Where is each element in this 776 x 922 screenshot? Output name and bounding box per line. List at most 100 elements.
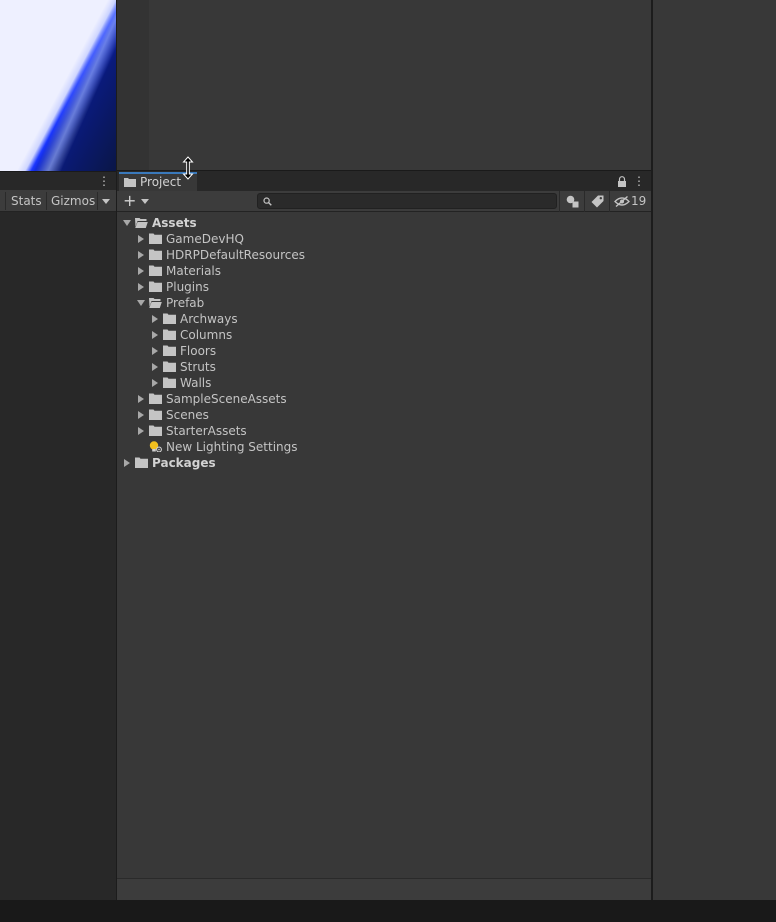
- upper-panel-gutter: [117, 0, 149, 170]
- tag-icon: [591, 195, 604, 208]
- tree-row[interactable]: Prefab: [117, 295, 651, 311]
- tree-row-label: New Lighting Settings: [166, 440, 298, 454]
- project-tab-bar: Project ⋮: [117, 170, 651, 192]
- tree-row-label: Scenes: [166, 408, 209, 422]
- scene-view[interactable]: [0, 0, 116, 171]
- tree-row-label: GameDevHQ: [166, 232, 244, 246]
- game-view-menu-icon[interactable]: ⋮: [98, 175, 110, 188]
- collapse-arrow-icon[interactable]: [138, 411, 144, 419]
- folder-icon: [163, 313, 176, 324]
- tree-row-label: Packages: [152, 456, 216, 470]
- collapse-arrow-icon[interactable]: [138, 283, 144, 291]
- collapse-arrow-icon[interactable]: [138, 251, 144, 259]
- stats-button[interactable]: Stats: [8, 192, 45, 210]
- project-asset-tree: Assets GameDevHQ HDRPDefaultResources Mater…: [117, 212, 651, 878]
- filter-by-label-button[interactable]: [584, 191, 609, 212]
- tree-row[interactable]: Floors: [117, 343, 651, 359]
- plus-icon: +: [123, 191, 137, 210]
- lighting-settings-icon: [149, 441, 162, 452]
- collapse-arrow-icon[interactable]: [152, 331, 158, 339]
- tree-row-label: Columns: [180, 328, 233, 342]
- game-view-tab-bar: ⋮: [0, 171, 116, 190]
- folder-icon: [163, 361, 176, 372]
- folder-icon: [149, 393, 162, 404]
- collapse-arrow-icon[interactable]: [152, 379, 158, 387]
- tree-row-label: Materials: [166, 264, 222, 278]
- tree-row-label: Plugins: [166, 280, 209, 294]
- tree-row[interactable]: New Lighting Settings: [117, 439, 651, 455]
- project-window: Project ⋮ + 19 Assets GameDevHQ HDRPDefa…: [117, 170, 651, 900]
- tree-row[interactable]: SampleSceneAssets: [117, 391, 651, 407]
- folder-icon: [124, 178, 136, 187]
- shapes-icon: [566, 195, 579, 208]
- game-view-viewport[interactable]: [0, 212, 116, 900]
- tree-row[interactable]: Assets: [117, 215, 651, 231]
- vertical-resize-cursor-icon: [182, 156, 194, 180]
- tree-row-label: HDRPDefaultResources: [166, 248, 305, 262]
- tree-row[interactable]: Archways: [117, 311, 651, 327]
- search-input[interactable]: [257, 193, 557, 209]
- right-panel: [652, 0, 776, 900]
- tree-row-label: Floors: [180, 344, 217, 358]
- more-options-icon[interactable]: ⋮: [633, 174, 645, 188]
- tree-row-label: Walls: [180, 376, 212, 390]
- tree-row[interactable]: Scenes: [117, 407, 651, 423]
- tree-row[interactable]: Packages: [117, 455, 651, 471]
- expand-arrow-icon[interactable]: [123, 220, 131, 226]
- gizmos-button[interactable]: Gizmos: [46, 192, 98, 210]
- expand-arrow-icon[interactable]: [137, 300, 145, 306]
- tab-project-label: Project: [140, 175, 182, 189]
- scene-geometry-highlight: [24, 0, 116, 171]
- folder-icon: [135, 457, 148, 468]
- collapse-arrow-icon[interactable]: [152, 347, 158, 355]
- gizmos-dropdown-button[interactable]: [97, 192, 115, 210]
- collapse-arrow-icon[interactable]: [124, 459, 130, 467]
- hidden-packages-toggle[interactable]: 19: [609, 191, 651, 212]
- create-asset-button[interactable]: +: [121, 192, 151, 210]
- folder-icon: [149, 249, 162, 260]
- chevron-down-icon: [102, 199, 110, 204]
- collapse-arrow-icon[interactable]: [152, 363, 158, 371]
- folder-open-icon: [135, 218, 148, 228]
- filter-by-type-button[interactable]: [559, 191, 584, 212]
- tree-row[interactable]: Plugins: [117, 279, 651, 295]
- panel-divider[interactable]: [651, 0, 653, 900]
- tree-row-label: Archways: [180, 312, 238, 326]
- tree-row-label: Assets: [152, 216, 197, 230]
- tree-row[interactable]: Columns: [117, 327, 651, 343]
- folder-icon: [149, 281, 162, 292]
- tree-row[interactable]: StarterAssets: [117, 423, 651, 439]
- tree-row-label: StarterAssets: [166, 424, 247, 438]
- tree-row-label: Prefab: [166, 296, 205, 310]
- tree-row[interactable]: GameDevHQ: [117, 231, 651, 247]
- tree-row[interactable]: Materials: [117, 263, 651, 279]
- folder-icon: [149, 425, 162, 436]
- folder-icon: [149, 233, 162, 244]
- folder-icon: [149, 265, 162, 276]
- folder-icon: [163, 329, 176, 340]
- editor-bottom-strip: [0, 900, 776, 922]
- eye-slash-icon: [614, 196, 630, 207]
- collapse-arrow-icon[interactable]: [138, 395, 144, 403]
- collapse-arrow-icon[interactable]: [138, 235, 144, 243]
- tree-row[interactable]: Walls: [117, 375, 651, 391]
- folder-open-icon: [149, 298, 162, 308]
- tree-row[interactable]: Struts: [117, 359, 651, 375]
- collapse-arrow-icon[interactable]: [138, 427, 144, 435]
- game-view-toolbar: Stats Gizmos: [0, 190, 116, 212]
- chevron-down-icon: [141, 199, 149, 204]
- collapse-arrow-icon[interactable]: [138, 267, 144, 275]
- folder-icon: [149, 409, 162, 420]
- project-toolbar: + 19: [117, 191, 651, 212]
- folder-icon: [163, 377, 176, 388]
- upper-panel: [117, 0, 651, 170]
- tree-row[interactable]: HDRPDefaultResources: [117, 247, 651, 263]
- lock-icon[interactable]: [617, 176, 627, 187]
- tree-row-label: Struts: [180, 360, 216, 374]
- collapse-arrow-icon[interactable]: [152, 315, 158, 323]
- project-status-bar: [117, 878, 651, 900]
- tree-row-label: SampleSceneAssets: [166, 392, 287, 406]
- folder-icon: [163, 345, 176, 356]
- hidden-packages-count: 19: [631, 194, 647, 208]
- game-toolbar-partial-button[interactable]: [0, 192, 6, 210]
